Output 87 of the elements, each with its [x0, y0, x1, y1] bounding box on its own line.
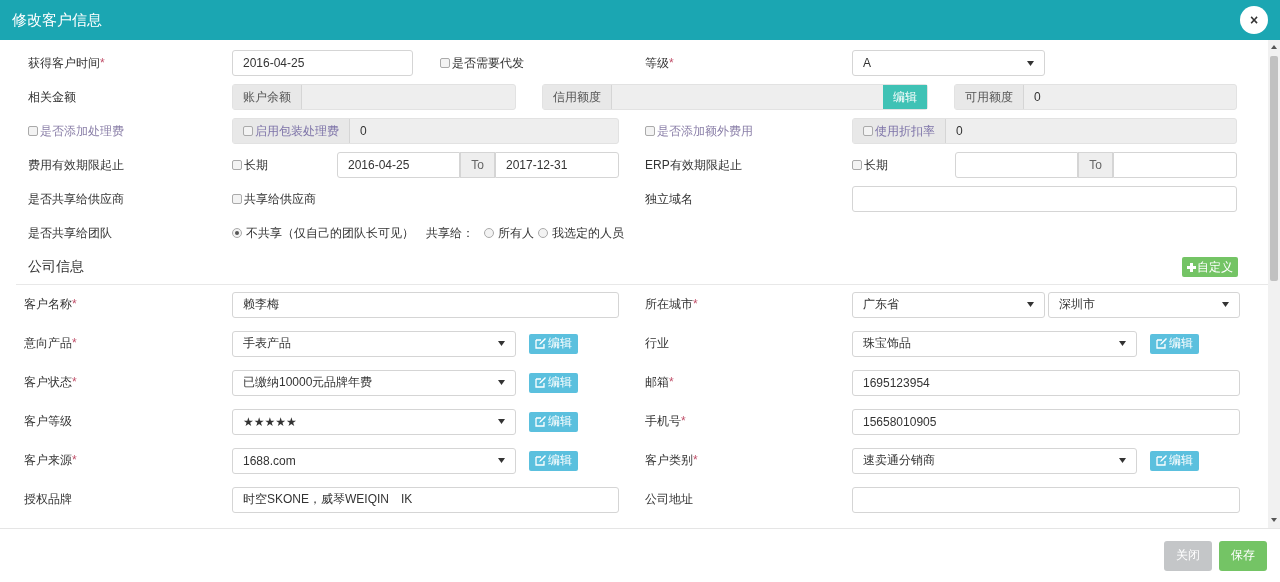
text-field[interactable] [852, 186, 1237, 212]
checkbox-label: 启用包装处理费 [255, 122, 339, 140]
section-title: 公司信息 [28, 258, 84, 276]
field-label: 独立域名 [645, 190, 694, 208]
field-label: 是否添加额外费用 [657, 122, 753, 140]
field-value: 0 [955, 123, 964, 140]
radio-button[interactable] [484, 228, 494, 238]
caret-icon [498, 341, 505, 346]
radio-label: 所有人 [498, 224, 534, 242]
field-label: 手机号* [645, 413, 687, 430]
field-label: 客户名称* [24, 296, 78, 313]
text-field[interactable]: 1695123954 [852, 369, 1240, 396]
dropdown[interactable]: 已缴纳10000元品牌年费 [232, 369, 516, 396]
pencil-icon [1156, 338, 1167, 349]
scrollbar[interactable] [1268, 40, 1280, 528]
field-label: 等级* [645, 54, 675, 72]
field-addon: 信用额度 [543, 85, 612, 109]
field-label: 客户状态* [24, 374, 78, 391]
field-value: 0 [359, 123, 368, 140]
field-label: 获得客户时间* [28, 54, 106, 72]
dropdown[interactable]: 广东省 [852, 291, 1045, 318]
field-label: 行业 [645, 335, 670, 352]
field-addon: To [460, 152, 495, 178]
caret-icon [498, 458, 505, 463]
close-button[interactable]: × [1240, 6, 1268, 34]
checkbox[interactable] [232, 194, 242, 204]
radio-label: 不共享（仅自己的团队长可见） [246, 224, 414, 242]
checkbox[interactable] [440, 58, 450, 68]
radio-button[interactable] [232, 228, 242, 238]
field-label: 是否共享给供应商 [28, 190, 125, 208]
field-label: 邮箱* [645, 374, 675, 391]
field-label: 客户类别* [645, 452, 699, 469]
field-label: 公司地址 [645, 491, 694, 508]
radio-button[interactable] [538, 228, 548, 238]
field-addon: 可用额度 [955, 85, 1024, 109]
field-label: 是否添加处理费 [40, 122, 124, 140]
checkbox-label: 是否需要代发 [452, 54, 524, 72]
date-field[interactable]: 2016-04-25 [232, 50, 413, 76]
radio-label: 我选定的人员 [552, 224, 624, 242]
date-field[interactable] [1113, 152, 1237, 178]
field-label: 意向产品* [24, 335, 78, 352]
field-label: 客户等级 [24, 413, 73, 430]
caret-icon [498, 419, 505, 424]
text-field[interactable]: 赖李梅 [232, 291, 619, 318]
checkbox-label: 使用折扣率 [875, 122, 935, 140]
field-label: 相关金额 [28, 88, 77, 106]
pencil-icon [535, 377, 546, 388]
share-to-label: 共享给： [426, 224, 474, 242]
field-label: 是否共享给团队 [28, 224, 113, 242]
field-label: ERP有效期限起止 [645, 156, 743, 174]
checkbox-label: 长期 [864, 156, 888, 174]
date-field[interactable]: 2016-04-25 [337, 152, 460, 178]
pencil-icon [535, 455, 546, 466]
plus-icon [1187, 262, 1196, 272]
field-label: 所在城市* [645, 296, 699, 313]
pencil-icon [1156, 455, 1167, 466]
checkbox[interactable] [852, 160, 862, 170]
dropdown[interactable]: 珠宝饰品 [852, 330, 1137, 357]
caret-icon [1222, 302, 1229, 307]
dropdown[interactable]: 深圳市 [1048, 291, 1240, 318]
field-value: 0 [1033, 89, 1042, 106]
pencil-icon [535, 416, 546, 427]
date-field[interactable] [955, 152, 1078, 178]
text-field[interactable]: 15658010905 [852, 408, 1240, 435]
text-field[interactable]: 时空SKONE，威琴WEIQIN IK [232, 486, 619, 513]
caret-icon [498, 380, 505, 385]
field-label: 授权品牌 [24, 491, 73, 508]
checkbox-label: 长期 [244, 156, 268, 174]
dialog-title: 修改客户信息 [12, 10, 102, 30]
field-addon: To [1078, 152, 1113, 178]
field-label: 费用有效期限起止 [28, 156, 125, 174]
pencil-icon [535, 338, 546, 349]
dropdown[interactable]: 手表产品 [232, 330, 516, 357]
checkbox[interactable] [232, 160, 242, 170]
caret-icon [1027, 60, 1034, 66]
field-addon: 账户余额 [233, 85, 302, 109]
date-field[interactable]: 2017-12-31 [495, 152, 619, 178]
field-label: 客户来源* [24, 452, 78, 469]
checkbox-label: 共享给供应商 [244, 190, 316, 208]
dropdown[interactable]: A [852, 50, 1045, 76]
dropdown[interactable]: 1688.com [232, 447, 516, 474]
text-field[interactable] [852, 486, 1240, 513]
dropdown[interactable]: 速卖通分销商 [852, 447, 1137, 474]
dropdown[interactable]: ★★★★★ [232, 408, 516, 435]
caret-icon [1119, 458, 1126, 463]
caret-icon [1119, 341, 1126, 346]
caret-icon [1027, 302, 1034, 307]
